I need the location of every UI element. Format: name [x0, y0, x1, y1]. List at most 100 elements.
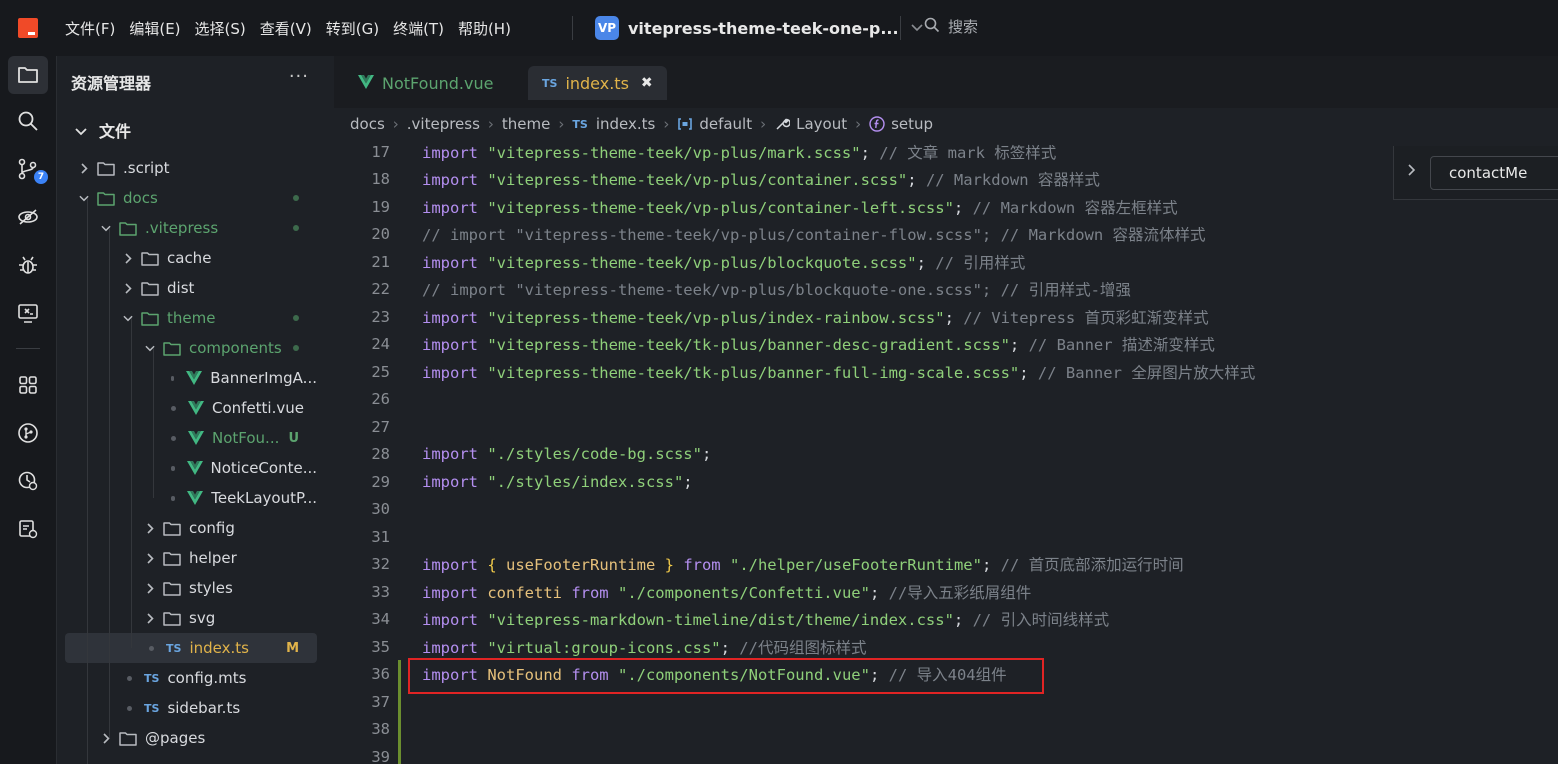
breadcrumb-item[interactable]: setup	[891, 115, 933, 133]
line-number: 24	[371, 335, 390, 354]
tree-folder[interactable]: docs	[65, 183, 317, 213]
menu-item[interactable]: 文件(F)	[58, 18, 122, 39]
code-editor[interactable]: 17 import "vitepress-theme-teek/vp-plus/m…	[334, 140, 1558, 764]
chevron-right-icon[interactable]	[145, 522, 155, 534]
tree-file[interactable]: TS config.mts	[65, 663, 317, 693]
activity-bar: 7	[0, 56, 56, 764]
tree-folder[interactable]: styles	[65, 573, 317, 603]
tree-file[interactable]: NoticeConte...	[65, 453, 317, 483]
source-control-icon[interactable]: 7	[8, 150, 48, 188]
breadcrumb-item[interactable]: theme	[502, 115, 550, 133]
code-line[interactable]: 35 import "virtual:group-icons.css"; //代码…	[334, 633, 1558, 661]
vue-file-icon	[188, 431, 204, 445]
code-line[interactable]: 24 import "vitepress-theme-teek/tk-plus/b…	[334, 331, 1558, 359]
breadcrumb-item[interactable]: index.ts	[596, 115, 656, 133]
code-line[interactable]: 38	[334, 716, 1558, 744]
search-box[interactable]: 搜索	[924, 16, 978, 37]
chevron-right-icon[interactable]	[79, 162, 89, 174]
code-token: from	[561, 583, 618, 602]
tree-folder[interactable]: .vitepress	[65, 213, 317, 243]
code-token: // 导入404组件	[888, 666, 1007, 685]
git-modified-dot	[293, 195, 299, 201]
tree-item-label: docs	[123, 189, 158, 207]
chevron-right-icon[interactable]	[123, 282, 133, 294]
menu-item[interactable]: 帮助(H)	[451, 18, 518, 39]
code-line[interactable]: 17 import "vitepress-theme-teek/vp-plus/m…	[334, 140, 1558, 166]
menu-item[interactable]: 选择(S)	[188, 18, 253, 39]
files-section-header[interactable]: 文件	[75, 118, 131, 142]
menu-item[interactable]: 查看(V)	[253, 18, 319, 39]
line-number: 29	[371, 472, 390, 491]
tree-file[interactable]: TS sidebar.ts	[65, 693, 317, 723]
chevron-right-icon[interactable]	[123, 252, 133, 264]
chevron-right-icon[interactable]	[1408, 164, 1416, 180]
folder-icon	[141, 281, 159, 296]
code-line[interactable]: 22 // import "vitepress-theme-teek/vp-plu…	[334, 276, 1558, 304]
tab-index-ts[interactable]: TS index.ts ✖	[528, 66, 667, 100]
git-history-icon[interactable]	[8, 462, 48, 500]
code-line[interactable]: 25 import "vitepress-theme-teek/tk-plus/b…	[334, 358, 1558, 386]
tree-file[interactable]: BannerImgA...	[65, 363, 317, 393]
code-line[interactable]: 29 import "./styles/index.scss";	[334, 468, 1558, 496]
code-line[interactable]: 37	[334, 688, 1558, 716]
code-line[interactable]: 39	[334, 743, 1558, 764]
code-line[interactable]: 19 import "vitepress-theme-teek/vp-plus/c…	[334, 193, 1558, 221]
debug-icon[interactable]	[8, 246, 48, 284]
tree-folder[interactable]: helper	[65, 543, 317, 573]
tree-folder[interactable]: theme	[65, 303, 317, 333]
code-token: ;	[907, 171, 926, 190]
tree-folder[interactable]: .script	[65, 153, 317, 183]
code-line[interactable]: 32 import { useFooterRuntime } from "./he…	[334, 551, 1558, 579]
search-sidebar-icon[interactable]	[8, 102, 48, 140]
menu-item[interactable]: 终端(T)	[386, 18, 451, 39]
tree-folder[interactable]: svg	[65, 603, 317, 633]
code-line[interactable]: 28 import "./styles/code-bg.scss";	[334, 441, 1558, 469]
menu-item[interactable]: 转到(G)	[319, 18, 386, 39]
remote-window-icon[interactable]	[8, 294, 48, 332]
code-line[interactable]: 33 import confetti from "./components/Con…	[334, 578, 1558, 606]
extensions-icon[interactable]	[8, 366, 48, 404]
git-graph-icon[interactable]	[8, 414, 48, 452]
tree-folder[interactable]: cache	[65, 243, 317, 273]
breadcrumb-item[interactable]: docs	[350, 115, 385, 133]
settings-code-icon[interactable]	[8, 510, 48, 548]
code-line[interactable]: 31	[334, 523, 1558, 551]
close-icon[interactable]: ✖	[641, 75, 653, 91]
code-token: // 引用样式	[935, 253, 1026, 272]
breadcrumb-item[interactable]: default	[699, 115, 752, 133]
tree-folder[interactable]: @pages	[65, 723, 317, 753]
code-line[interactable]: 23 import "vitepress-theme-teek/vp-plus/i…	[334, 303, 1558, 331]
menu-item[interactable]: 编辑(E)	[122, 18, 187, 39]
code-line[interactable]: 21 import "vitepress-theme-teek/vp-plus/b…	[334, 248, 1558, 276]
explorer-icon[interactable]	[8, 56, 48, 94]
breadcrumb-item[interactable]: Layout	[796, 115, 847, 133]
chevron-right-icon[interactable]	[145, 612, 155, 624]
tree-folder[interactable]: config	[65, 513, 317, 543]
code-line[interactable]: 30	[334, 496, 1558, 524]
code-line[interactable]: 34 import "vitepress-markdown-timeline/di…	[334, 606, 1558, 634]
tree-file[interactable]: TS index.ts M	[65, 633, 317, 663]
code-token: // Markdown 容器左框样式	[972, 198, 1178, 217]
code-line[interactable]: 36 import NotFound from "./components/Not…	[334, 661, 1558, 689]
more-actions-icon[interactable]: ···	[289, 66, 309, 87]
tab-notfound-vue[interactable]: NotFound.vue	[344, 66, 507, 100]
code-token: ;	[916, 253, 936, 272]
tree-file[interactable]: Confetti.vue	[65, 393, 317, 423]
code-line[interactable]: 18 import "vitepress-theme-teek/vp-plus/c…	[334, 166, 1558, 194]
chevron-right-icon[interactable]	[145, 582, 155, 594]
breadcrumb-item[interactable]: .vitepress	[407, 115, 480, 133]
code-token: ;	[1019, 363, 1038, 382]
tree-file[interactable]: NotFou... U	[65, 423, 317, 453]
outline-symbol[interactable]: contactMe	[1430, 156, 1558, 190]
tree-file[interactable]: TeekLayoutP...	[65, 483, 317, 513]
project-switcher[interactable]: VP vitepress-theme-teek-one-p...	[595, 14, 923, 42]
chevron-right-icon[interactable]	[145, 552, 155, 564]
code-line[interactable]: 20 // import "vitepress-theme-teek/vp-plu…	[334, 221, 1558, 249]
code-line[interactable]: 26	[334, 386, 1558, 414]
app-logo-icon[interactable]	[18, 18, 38, 38]
code-line[interactable]: 27	[334, 413, 1558, 441]
tree-folder[interactable]: dist	[65, 273, 317, 303]
code-token: useFooterRuntime	[506, 556, 656, 575]
tree-folder[interactable]: components	[65, 333, 317, 363]
remote-explorer-icon[interactable]	[8, 198, 48, 236]
